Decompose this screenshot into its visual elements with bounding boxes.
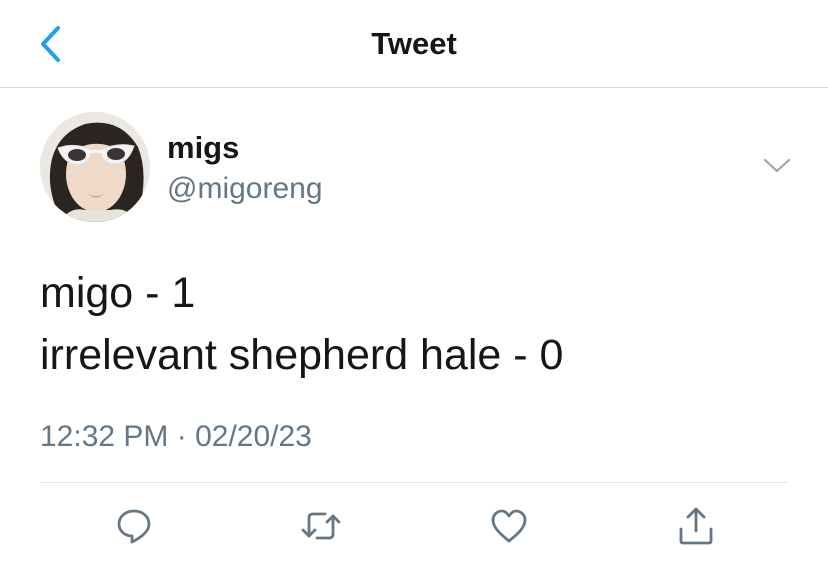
retweet-button[interactable] [299,504,343,548]
share-icon [679,507,713,545]
tweet-options-button[interactable] [760,152,794,180]
share-button[interactable] [674,504,718,548]
navigation-bar: Tweet [0,0,828,88]
chevron-down-icon [763,158,791,173]
page-title: Tweet [371,26,457,61]
tweet-text-line: migo - 1 [40,269,196,317]
retweet-icon [301,512,341,540]
tweet-text: migo - 1 irrelevant shepherd hale - 0 [40,262,563,386]
author-handle[interactable]: @migoreng [167,172,323,206]
avatar-image [40,112,150,222]
tweet-text-line: irrelevant shepherd hale - 0 [40,331,564,379]
comment-icon [117,509,151,544]
heart-icon [491,509,527,543]
divider [40,482,788,483]
avatar[interactable] [40,112,150,222]
reply-button[interactable] [112,504,156,548]
tweet-timestamp: 12:32 PM · 02/20/23 [40,420,312,453]
like-button[interactable] [487,504,531,548]
author-display-name[interactable]: migs [167,130,239,166]
